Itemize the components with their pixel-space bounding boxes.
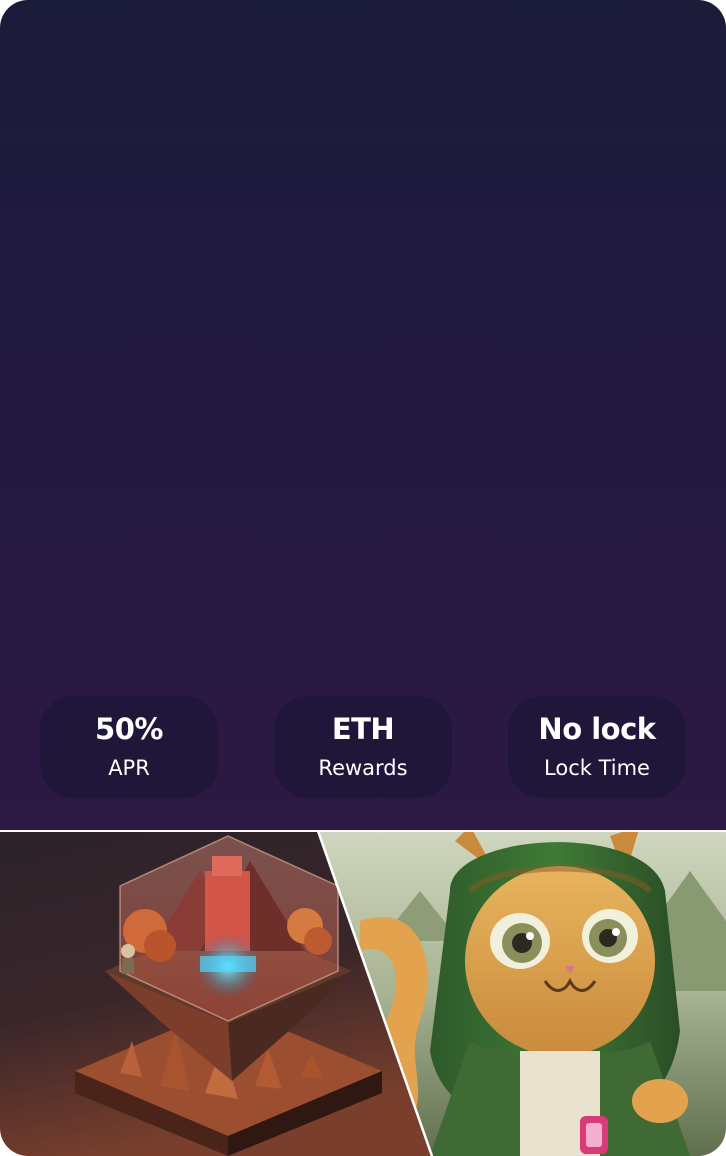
stat-apr-value: 50% [95, 712, 163, 746]
staking-card: 50% APR ETH Rewards No lock Lock Time [0, 0, 726, 1156]
nft-artwork-banner [0, 831, 726, 1156]
stat-rewards-value: ETH [331, 712, 395, 746]
artwork-svg [0, 831, 726, 1156]
stat-lock-time-label: Lock Time [544, 756, 650, 780]
stat-apr-label: APR [108, 756, 150, 780]
stat-apr: 50% APR [40, 696, 218, 798]
stat-lock-time-value: No lock [538, 712, 656, 746]
hero-panel: 50% APR ETH Rewards No lock Lock Time [0, 0, 726, 830]
stat-rewards: ETH Rewards [274, 696, 452, 798]
stat-lock-time: No lock Lock Time [508, 696, 686, 798]
stat-rewards-label: Rewards [318, 756, 408, 780]
stats-row: 50% APR ETH Rewards No lock Lock Time [40, 696, 686, 798]
